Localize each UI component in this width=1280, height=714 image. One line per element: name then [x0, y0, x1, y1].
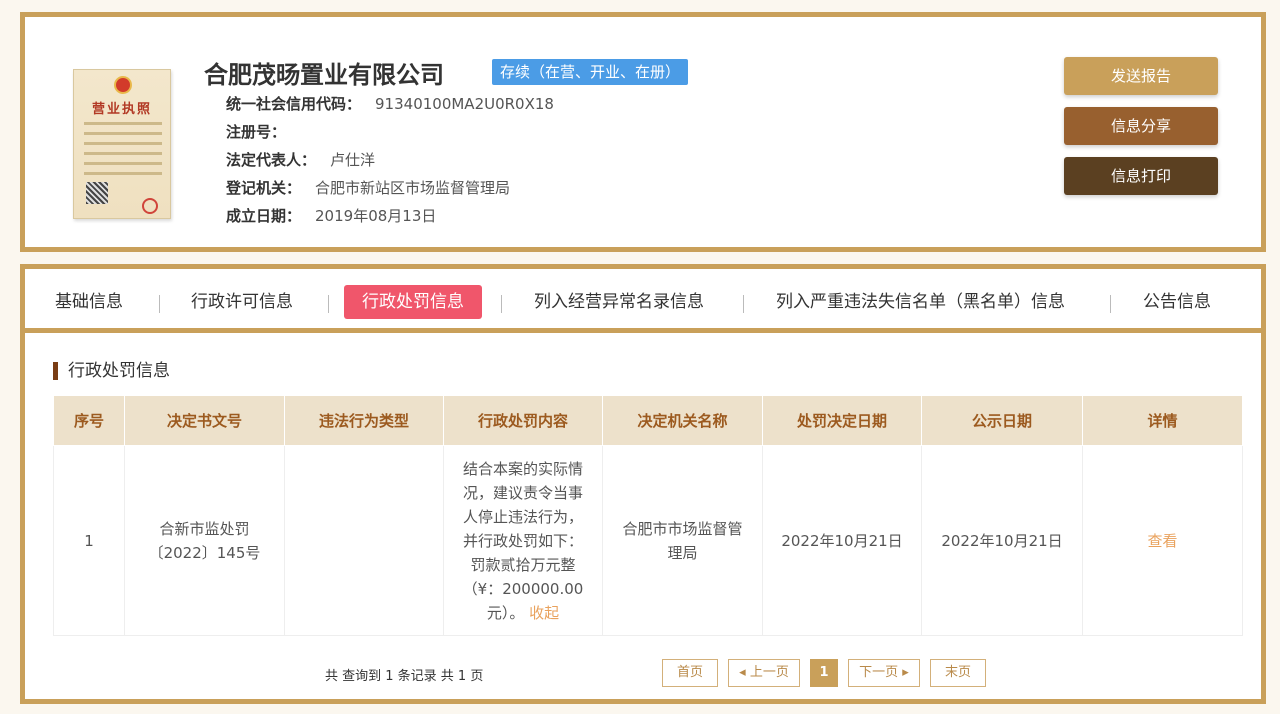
established-date-label: 成立日期： — [226, 207, 302, 225]
tab-separator — [328, 295, 329, 313]
next-page-label: 下一页 — [859, 665, 899, 680]
established-date-value: 2019年08月13日 — [315, 207, 437, 225]
collapse-link[interactable]: 收起 — [529, 604, 559, 622]
last-page-button[interactable]: 末页 — [930, 659, 986, 687]
tab-basic-info[interactable]: 基础信息 — [55, 285, 123, 319]
print-info-button[interactable]: 信息打印 — [1064, 157, 1218, 195]
tab-admin-penalty[interactable]: 行政处罚信息 — [344, 285, 482, 319]
tab-announcement[interactable]: 公告信息 — [1143, 285, 1211, 319]
next-page-button[interactable]: 下一页 ▸ — [848, 659, 920, 687]
credit-code-label: 统一社会信用代码： — [226, 95, 362, 113]
header-publish-date: 公示日期 — [921, 395, 1083, 446]
caret-left-icon: ◂ — [739, 665, 750, 680]
tab-separator — [159, 295, 160, 313]
credit-code-value: 91340100MA2U0R0X18 — [375, 95, 554, 113]
header-decision-date: 处罚决定日期 — [762, 395, 922, 446]
registration-authority-value: 合肥市新站区市场监督管理局 — [315, 179, 511, 197]
pagination-summary: 共 查询到 1 条记录 共 1 页 — [325, 669, 484, 684]
first-page-button[interactable]: 首页 — [662, 659, 718, 687]
caret-right-icon: ▸ — [898, 665, 909, 680]
legal-representative-value: 卢仕洋 — [330, 151, 376, 169]
table-row: 1 合新市监处罚〔2022〕145号 结合本案的实际情况，建议责令当事人停止违法… — [53, 445, 1243, 636]
credit-code-row: 统一社会信用代码： 91340100MA2U0R0X18 — [226, 93, 554, 114]
qr-code-icon — [86, 182, 108, 204]
penalty-table: 序号 决定书文号 违法行为类型 行政处罚内容 决定机关名称 处罚决定日期 公示日… — [53, 395, 1243, 636]
official-seal-icon — [142, 198, 158, 214]
company-name: 合肥茂旸置业有限公司 — [204, 61, 444, 89]
company-header-card: 营业执照 合肥茂旸置业有限公司 存续（在营、开业、在册） 统一社会信用代码： 91… — [20, 12, 1266, 252]
cell-publish-date: 2022年10月21日 — [921, 445, 1083, 636]
cell-penalty-content: 结合本案的实际情况，建议责令当事人停止违法行为，并行政处罚如下：罚款贰拾万元整（… — [443, 445, 603, 636]
legal-representative-label: 法定代表人： — [226, 151, 317, 169]
registration-number-row: 注册号： — [226, 121, 300, 142]
tab-separator — [1110, 295, 1111, 313]
cell-index: 1 — [53, 445, 125, 636]
legal-representative-row: 法定代表人： 卢仕洋 — [226, 149, 375, 170]
prev-page-button[interactable]: ◂ 上一页 — [728, 659, 800, 687]
cell-violation-type — [284, 445, 444, 636]
tab-separator — [501, 295, 502, 313]
national-emblem-icon — [114, 76, 132, 94]
header-doc-no: 决定书文号 — [124, 395, 285, 446]
header-violation-type: 违法行为类型 — [284, 395, 444, 446]
tab-separator — [743, 295, 744, 313]
license-text-lines — [84, 122, 162, 182]
tab-admin-license[interactable]: 行政许可信息 — [191, 285, 293, 319]
status-badge: 存续（在营、开业、在册） — [492, 59, 689, 85]
header-detail: 详情 — [1082, 395, 1243, 446]
license-title: 营业执照 — [91, 102, 152, 117]
share-info-button[interactable]: 信息分享 — [1064, 107, 1218, 145]
cell-doc-no: 合新市监处罚〔2022〕145号 — [124, 445, 285, 636]
current-page-button[interactable]: 1 — [810, 659, 838, 687]
send-report-button[interactable]: 发送报告 — [1064, 57, 1218, 95]
penalty-content-text: 结合本案的实际情况，建议责令当事人停止违法行为，并行政处罚如下：罚款贰拾万元整（… — [462, 459, 584, 622]
view-detail-link[interactable]: 查看 — [1147, 532, 1177, 550]
registration-authority-row: 登记机关： 合肥市新站区市场监督管理局 — [226, 177, 510, 198]
penalty-info-card: 基础信息 行政许可信息 行政处罚信息 列入经营异常名录信息 列入严重违法失信名单… — [20, 264, 1266, 704]
established-date-row: 成立日期： 2019年08月13日 — [226, 205, 436, 226]
registration-authority-label: 登记机关： — [226, 179, 302, 197]
header-penalty-content: 行政处罚内容 — [443, 395, 603, 446]
tab-blacklist[interactable]: 列入严重违法失信名单（黑名单）信息 — [776, 285, 1065, 319]
cell-decision-date: 2022年10月21日 — [762, 445, 922, 636]
business-license-image: 营业执照 — [73, 69, 171, 219]
header-index: 序号 — [53, 395, 125, 446]
section-title: 行政处罚信息 — [53, 362, 170, 380]
cell-detail: 查看 — [1082, 445, 1243, 636]
header-authority: 决定机关名称 — [602, 395, 763, 446]
info-tabs: 基础信息 行政许可信息 行政处罚信息 列入经营异常名录信息 列入严重违法失信名单… — [25, 269, 1261, 333]
registration-number-label: 注册号： — [226, 123, 287, 141]
tab-abnormal-operation[interactable]: 列入经营异常名录信息 — [534, 285, 704, 319]
prev-page-label: 上一页 — [749, 665, 789, 680]
table-header-row: 序号 决定书文号 违法行为类型 行政处罚内容 决定机关名称 处罚决定日期 公示日… — [53, 395, 1243, 446]
cell-authority: 合肥市市场监督管理局 — [602, 445, 763, 636]
